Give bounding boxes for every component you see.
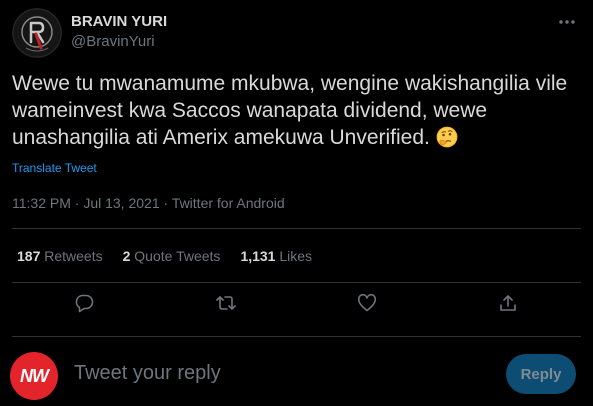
- retweets-count: 187: [17, 248, 41, 264]
- divider: [12, 282, 581, 283]
- divider: [12, 228, 581, 229]
- tweet-stats: 187 Retweets 2 Quote Tweets 1,131 Likes: [17, 248, 312, 264]
- tweet-text: Wewe tu mwanamume mkubwa, wengine wakish…: [12, 70, 582, 151]
- quote-tweets-stat[interactable]: 2 Quote Tweets: [123, 248, 221, 264]
- like-icon[interactable]: [354, 290, 380, 316]
- quote-tweets-label: Quote Tweets: [134, 248, 221, 264]
- tweet-body: Wewe tu mwanamume mkubwa, wengine wakish…: [12, 72, 568, 149]
- tweet-meta: 11:32 PM · Jul 13, 2021 · Twitter for An…: [12, 195, 285, 211]
- author-display-name[interactable]: BRAVIN YURI: [71, 12, 167, 31]
- reply-input[interactable]: [74, 362, 374, 385]
- likes-count: 1,131: [240, 248, 276, 264]
- author-names: BRAVIN YURI @BravinYuri: [71, 12, 167, 51]
- divider: [12, 336, 581, 337]
- reply-button[interactable]: Reply: [506, 354, 576, 394]
- likes-stat[interactable]: 1,131 Likes: [240, 248, 312, 264]
- reply-icon[interactable]: [71, 290, 97, 316]
- author-avatar[interactable]: [12, 8, 62, 58]
- quote-tweets-count: 2: [122, 248, 131, 264]
- share-icon[interactable]: [495, 290, 521, 316]
- retweets-stat[interactable]: 187 Retweets: [17, 248, 103, 264]
- action-bar: [0, 290, 593, 316]
- likes-label: Likes: [279, 248, 313, 264]
- author-handle[interactable]: @BravinYuri: [71, 32, 167, 51]
- reply-composer: NW Reply: [0, 348, 593, 400]
- more-options-icon[interactable]: [555, 10, 579, 34]
- user-avatar-text: NW: [20, 365, 49, 386]
- user-avatar[interactable]: NW: [10, 352, 58, 400]
- translate-tweet-link[interactable]: Translate Tweet: [12, 161, 97, 175]
- tweet-header: BRAVIN YURI @BravinYuri: [12, 8, 581, 58]
- retweets-label: Retweets: [44, 248, 103, 264]
- thinking-face-emoji-icon: [436, 126, 458, 148]
- retweet-icon[interactable]: [213, 290, 239, 316]
